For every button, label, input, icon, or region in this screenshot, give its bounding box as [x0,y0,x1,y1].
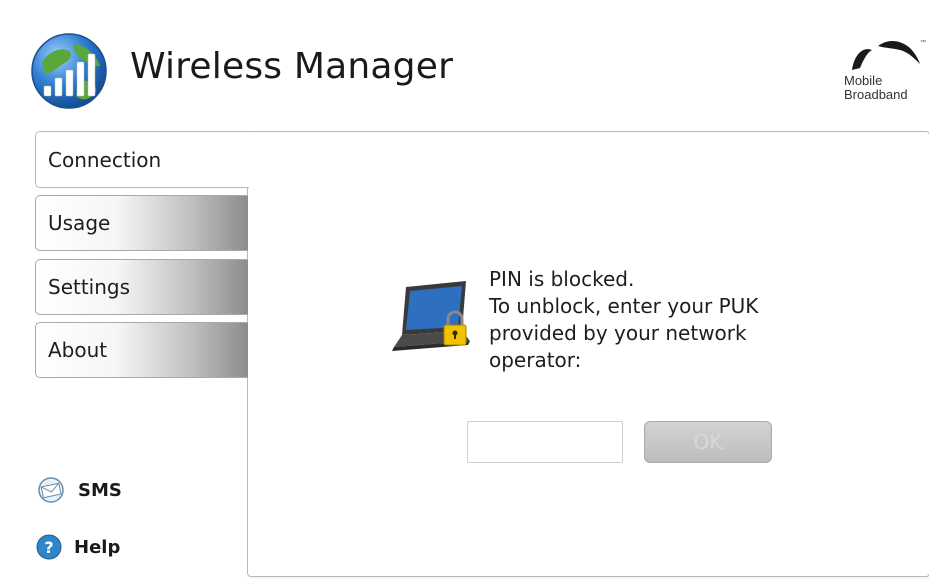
ok-button[interactable]: OK [644,421,772,463]
svg-text:?: ? [44,538,53,557]
laptop-lock-icon [388,281,472,359]
message-line-1: PIN is blocked. [489,267,635,291]
tab-about[interactable]: About [35,322,248,378]
envelope-globe-icon [38,477,64,503]
sms-label: SMS [78,479,122,501]
tab-usage-label: Usage [48,211,111,235]
brand-line-2: Broadband [844,87,908,102]
tab-usage[interactable]: Usage [35,195,248,251]
message-line-2: To unblock, enter your PUK [489,294,759,318]
help-label: Help [74,536,121,558]
puk-input[interactable] [467,421,623,463]
app-logo-icon [30,32,108,110]
brand-logo: ™ Mobile Broadband [838,36,928,116]
pin-blocked-message: PIN is blocked. To unblock, enter your P… [489,266,809,374]
tab-connection[interactable]: Connection [35,131,249,188]
brand-text: Mobile Broadband [844,74,908,102]
message-line-4: operator: [489,348,582,372]
sms-link[interactable]: SMS [36,476,122,504]
bird-wings-icon: ™ [852,39,926,70]
tab-connection-label: Connection [48,147,162,172]
tab-settings[interactable]: Settings [35,259,248,315]
brand-line-1: Mobile [844,73,883,88]
message-line-3: provided by your network [489,321,747,345]
help-link[interactable]: ? Help [36,534,120,560]
tab-settings-label: Settings [48,275,131,299]
trademark-mark: ™ [920,39,926,46]
question-icon: ? [36,534,62,560]
app-title: Wireless Manager [130,46,454,87]
tab-about-label: About [48,338,108,362]
